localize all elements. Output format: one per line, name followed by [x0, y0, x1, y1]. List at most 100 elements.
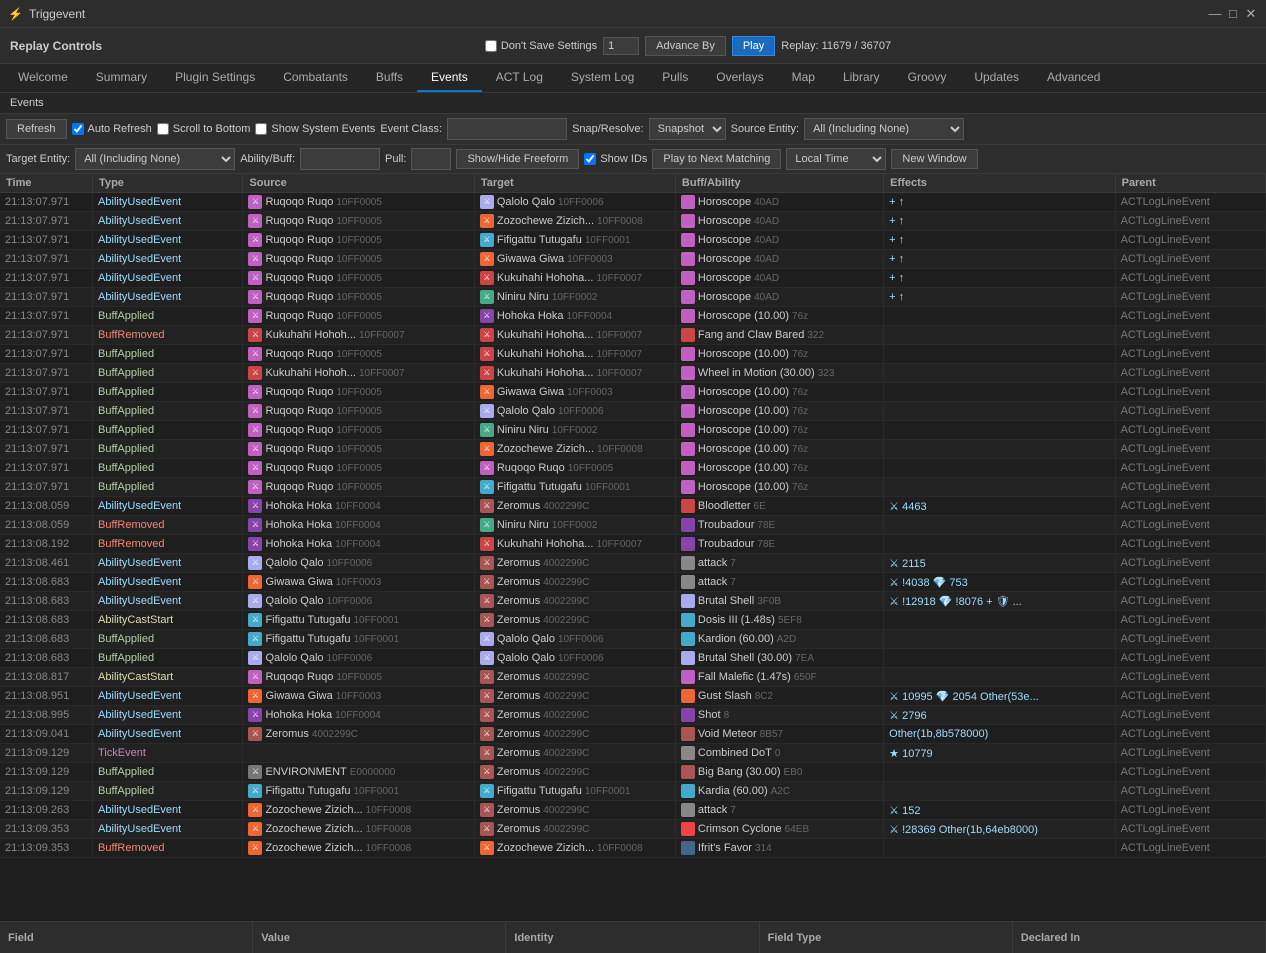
table-row[interactable]: 21:13:07.971 BuffApplied ⚔Ruqoqo Ruqo10F… [0, 478, 1266, 497]
minimize-button[interactable]: — [1208, 7, 1222, 21]
table-row[interactable]: 21:13:08.683 AbilityUsedEvent ⚔Giwawa Gi… [0, 573, 1266, 592]
cell-buff: attack7 [675, 801, 883, 820]
cell-buff: attack7 [675, 554, 883, 573]
tab-pulls[interactable]: Pulls [648, 64, 702, 92]
dont-save-checkbox[interactable] [485, 40, 497, 52]
maximize-button[interactable]: □ [1226, 7, 1240, 21]
scroll-bottom-checkbox[interactable] [157, 123, 169, 135]
table-row[interactable]: 21:13:07.971 BuffApplied ⚔Ruqoqo Ruqo10F… [0, 402, 1266, 421]
pull-input[interactable] [411, 148, 451, 170]
tab-welcome[interactable]: Welcome [4, 64, 82, 92]
table-row[interactable]: 21:13:07.971 AbilityUsedEvent ⚔Ruqoqo Ru… [0, 269, 1266, 288]
table-row[interactable]: 21:13:07.971 AbilityUsedEvent ⚔Ruqoqo Ru… [0, 231, 1266, 250]
advance-by-button[interactable]: Advance By [645, 36, 726, 56]
tab-act-log[interactable]: ACT Log [482, 64, 557, 92]
title-bar-left: ⚡ Triggevent [8, 7, 85, 21]
play-button[interactable]: Play [732, 36, 775, 56]
show-ids-checkbox[interactable] [584, 153, 596, 165]
cell-buff: Horoscope (10.00)76z [675, 478, 883, 497]
cell-target: ⚔Zozochewe Zizich...10FF0008 [474, 440, 675, 459]
tab-groovy[interactable]: Groovy [894, 64, 961, 92]
cell-source: ⚔Ruqoqo Ruqo10FF0005 [243, 193, 474, 212]
events-table-container[interactable]: Time Type Source Target Buff/Ability Eff… [0, 174, 1266, 897]
table-row[interactable]: 21:13:07.971 BuffApplied ⚔Ruqoqo Ruqo10F… [0, 459, 1266, 478]
table-row[interactable]: 21:13:09.041 AbilityUsedEvent ⚔Zeromus40… [0, 725, 1266, 744]
cell-type: AbilityUsedEvent [93, 554, 243, 573]
table-row[interactable]: 21:13:08.683 BuffApplied ⚔Fifigattu Tutu… [0, 630, 1266, 649]
toolbar-group-refresh: Refresh Auto Refresh Scroll to Bottom Sh… [6, 118, 567, 140]
bottom-col-identity: Identity [506, 922, 759, 953]
table-row[interactable]: 21:13:07.971 AbilityUsedEvent ⚔Ruqoqo Ru… [0, 212, 1266, 231]
tab-combatants[interactable]: Combatants [269, 64, 362, 92]
table-row[interactable]: 21:13:09.129 BuffApplied ⚔Fifigattu Tutu… [0, 782, 1266, 801]
col-effects-header: Effects [884, 174, 1115, 193]
tab-plugin-settings[interactable]: Plugin Settings [161, 64, 269, 92]
table-row[interactable]: 21:13:09.129 TickEvent ⚔Zeromus4002299C … [0, 744, 1266, 763]
cell-time: 21:13:08.059 [0, 497, 93, 516]
tab-library[interactable]: Library [829, 64, 894, 92]
table-row[interactable]: 21:13:08.683 BuffApplied ⚔Qalolo Qalo10F… [0, 649, 1266, 668]
ability-buff-input[interactable] [300, 148, 380, 170]
auto-refresh-checkbox[interactable] [72, 123, 84, 135]
table-row[interactable]: 21:13:08.683 AbilityUsedEvent ⚔Qalolo Qa… [0, 592, 1266, 611]
table-row[interactable]: 21:13:09.353 BuffRemoved ⚔Zozochewe Zizi… [0, 839, 1266, 858]
tab-map[interactable]: Map [778, 64, 829, 92]
tab-overlays[interactable]: Overlays [702, 64, 777, 92]
close-button[interactable]: ✕ [1244, 7, 1258, 21]
cell-parent: ACTLogLineEvent [1115, 516, 1265, 535]
table-row[interactable]: 21:13:07.971 BuffApplied ⚔Ruqoqo Ruqo10F… [0, 383, 1266, 402]
table-row[interactable]: 21:13:07.971 BuffApplied ⚔Ruqoqo Ruqo10F… [0, 307, 1266, 326]
table-row[interactable]: 21:13:08.192 BuffRemoved ⚔Hohoka Hoka10F… [0, 535, 1266, 554]
cell-type: AbilityCastStart [93, 668, 243, 687]
table-row[interactable]: 21:13:08.683 AbilityCastStart ⚔Fifigattu… [0, 611, 1266, 630]
cell-time: 21:13:08.951 [0, 687, 93, 706]
cell-effects [884, 478, 1115, 497]
table-row[interactable]: 21:13:08.059 BuffRemoved ⚔Hohoka Hoka10F… [0, 516, 1266, 535]
tab-advanced[interactable]: Advanced [1033, 64, 1114, 92]
new-window-button[interactable]: New Window [891, 149, 977, 169]
cell-effects: + ↑ [884, 212, 1115, 231]
show-hide-freeform-button[interactable]: Show/Hide Freeform [456, 149, 579, 169]
tab-buffs[interactable]: Buffs [362, 64, 417, 92]
table-row[interactable]: 21:13:09.129 BuffApplied ⚔ENVIRONMENTE00… [0, 763, 1266, 782]
cell-buff: Wheel in Motion (30.00)323 [675, 364, 883, 383]
replay-controls: Don't Save Settings Advance By Play Repl… [485, 36, 891, 56]
refresh-button[interactable]: Refresh [6, 119, 67, 139]
table-row[interactable]: 21:13:09.353 AbilityUsedEvent ⚔Zozochewe… [0, 820, 1266, 839]
tab-system-log[interactable]: System Log [557, 64, 648, 92]
event-class-input[interactable] [447, 118, 567, 140]
table-row[interactable]: 21:13:07.971 BuffApplied ⚔Ruqoqo Ruqo10F… [0, 421, 1266, 440]
table-row[interactable]: 21:13:08.817 AbilityCastStart ⚔Ruqoqo Ru… [0, 668, 1266, 687]
cell-effects: ⚔ !28369 Other(1b,64eb8000) [884, 820, 1115, 839]
show-system-checkbox[interactable] [255, 123, 267, 135]
table-row[interactable]: 21:13:07.971 AbilityUsedEvent ⚔Ruqoqo Ru… [0, 288, 1266, 307]
cell-parent: ACTLogLineEvent [1115, 820, 1265, 839]
table-row[interactable]: 21:13:08.059 AbilityUsedEvent ⚔Hohoka Ho… [0, 497, 1266, 516]
table-row[interactable]: 21:13:07.971 BuffApplied ⚔Ruqoqo Ruqo10F… [0, 345, 1266, 364]
table-row[interactable]: 21:13:07.971 AbilityUsedEvent ⚔Ruqoqo Ru… [0, 193, 1266, 212]
target-entity-select[interactable]: All (Including None) [75, 148, 235, 170]
cell-target: ⚔Zeromus4002299C [474, 687, 675, 706]
table-row[interactable]: 21:13:07.971 BuffApplied ⚔Kukuhahi Hohoh… [0, 364, 1266, 383]
tab-events[interactable]: Events [417, 64, 482, 92]
advance-by-input[interactable] [603, 37, 639, 55]
cell-target: ⚔Zeromus4002299C [474, 725, 675, 744]
table-row[interactable]: 21:13:07.971 BuffRemoved ⚔Kukuhahi Hohoh… [0, 326, 1266, 345]
table-row[interactable]: 21:13:07.971 BuffApplied ⚔Ruqoqo Ruqo10F… [0, 440, 1266, 459]
source-entity-select[interactable]: All (Including None) [804, 118, 964, 140]
table-row[interactable]: 21:13:09.263 AbilityUsedEvent ⚔Zozochewe… [0, 801, 1266, 820]
local-time-select[interactable]: Local Time [786, 148, 886, 170]
table-row[interactable]: 21:13:08.995 AbilityUsedEvent ⚔Hohoka Ho… [0, 706, 1266, 725]
cell-effects: + ↑ [884, 231, 1115, 250]
section-title: Events [0, 93, 1266, 114]
cell-source: ⚔Fifigattu Tutugafu10FF0001 [243, 630, 474, 649]
table-row[interactable]: 21:13:08.951 AbilityUsedEvent ⚔Giwawa Gi… [0, 687, 1266, 706]
table-row[interactable]: 21:13:07.971 AbilityUsedEvent ⚔Ruqoqo Ru… [0, 250, 1266, 269]
cell-source: ⚔Ruqoqo Ruqo10FF0005 [243, 440, 474, 459]
cell-effects [884, 440, 1115, 459]
table-row[interactable]: 21:13:08.461 AbilityUsedEvent ⚔Qalolo Qa… [0, 554, 1266, 573]
snap-resolve-select[interactable]: Snapshot [649, 118, 726, 140]
tab-updates[interactable]: Updates [960, 64, 1033, 92]
tab-summary[interactable]: Summary [82, 64, 161, 92]
play-next-matching-button[interactable]: Play to Next Matching [652, 149, 781, 169]
